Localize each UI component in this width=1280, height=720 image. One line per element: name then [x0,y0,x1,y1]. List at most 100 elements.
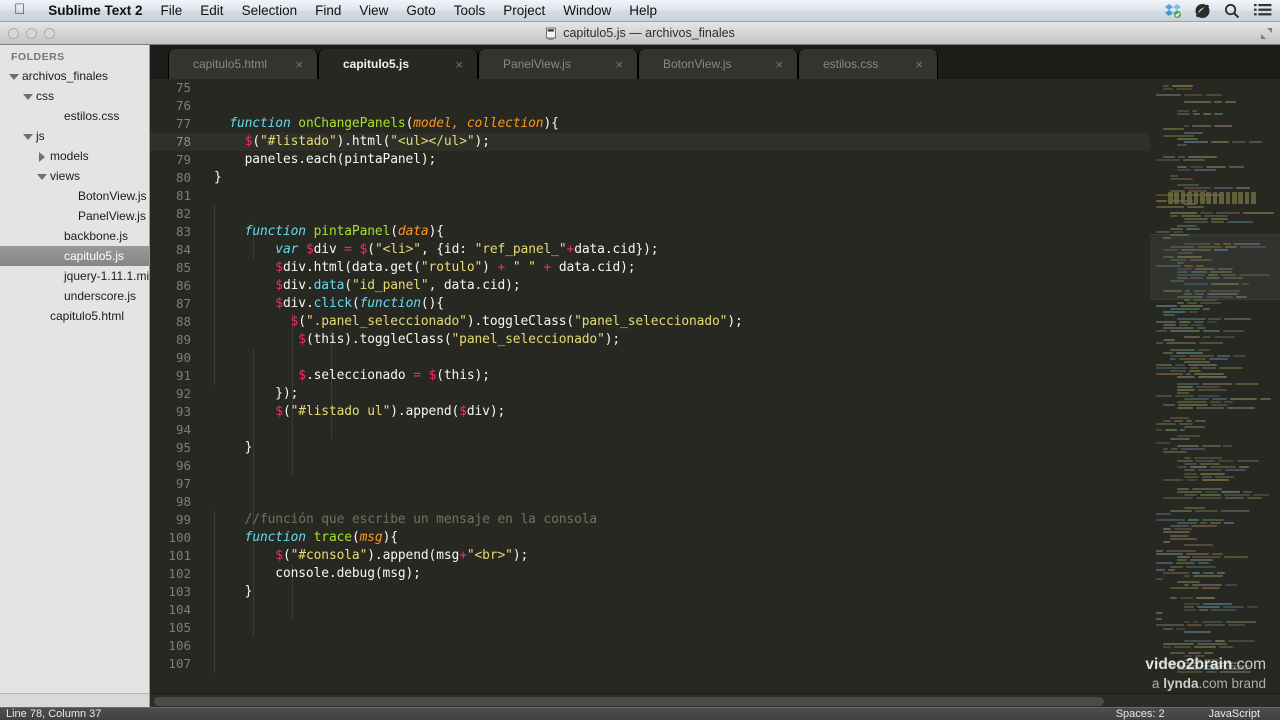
horizontal-scrollbar-thumb[interactable] [154,697,1104,706]
tree-item-archivos-finales[interactable]: archivos_finales [0,66,149,86]
menu-item-view[interactable]: View [350,0,397,22]
code-line[interactable]: $("#consola").append(msg+"<br>"); [200,547,1150,565]
tab-botonview-js[interactable]: BotonView.js × [638,49,798,79]
syntax-mode-status[interactable]: JavaScript [1209,708,1260,720]
code-line[interactable] [200,97,1150,115]
close-window-button[interactable] [8,28,19,39]
tab-close-icon[interactable]: × [757,58,783,71]
code-line[interactable] [200,475,1150,493]
tree-item-models[interactable]: models [0,146,149,166]
code-line[interactable]: $div.data("id_panel", data.cid); [200,277,1150,295]
menu-item-edit[interactable]: Edit [191,0,232,22]
minimap-line [1163,236,1172,239]
code-line[interactable]: } [200,169,1150,187]
minimize-window-button[interactable] [26,28,37,39]
code-line[interactable]: }); [200,385,1150,403]
spotlight-search-icon[interactable] [1224,3,1242,19]
apple-logo-icon[interactable]:  [14,2,25,17]
code-line[interactable] [200,601,1150,619]
menu-item-project[interactable]: Project [494,0,554,22]
tab-capitulo5-html[interactable]: capitulo5.html × [168,49,318,79]
tab-close-icon[interactable]: × [597,58,623,71]
fullscreen-icon[interactable] [1260,27,1273,40]
dropbox-icon[interactable] [1164,3,1182,19]
code-line[interactable]: var $div = $("<li>", {id: "ref_panel_"+d… [200,241,1150,259]
chevron-down-icon[interactable] [8,71,19,82]
code-line[interactable]: function onChangePanels(model, collectio… [200,115,1150,133]
indentation-status[interactable]: Spaces: 2 [1116,708,1165,720]
menu-item-app-name[interactable]: Sublime Text 2 [39,0,151,22]
code-line[interactable]: $("#listado").html("<ul></ul>"); [200,133,1150,151]
code-editor[interactable]: 75 76 77 78 79 80 81 82 83 84 85 86 87 88 89 90 91 92 93 94… [150,79,1150,693]
code-line[interactable] [200,187,1150,205]
tree-item-views[interactable]: views [0,166,149,186]
code-line[interactable] [200,457,1150,475]
editor-tab-bar[interactable]: capitulo5.html × capitulo5.js × PanelView.js… [150,45,1280,79]
tab-estilos-css[interactable]: estilos.css × [798,49,938,79]
tab-capitulo5-js[interactable]: capitulo5.js × [318,49,478,79]
tree-item-backbone-js[interactable]: backbone.js [0,226,149,246]
code-line[interactable]: paneles.each(pintaPanel); [200,151,1150,169]
menu-item-find[interactable]: Find [306,0,350,22]
code-line[interactable]: $(this).toggleClass("panel_seleccionado"… [200,331,1150,349]
folder-tree[interactable]: archivos_finales css estilos.css js models vi… [0,66,149,326]
tree-item-capitulo5-html[interactable]: capitulo5.html [0,306,149,326]
tree-item-panelview-js[interactable]: PanelView.js [0,206,149,226]
tree-item-estilos-css[interactable]: estilos.css [0,106,149,126]
tree-item-jquery-1-11-1-min-js[interactable]: jquery-1.11.1.min.js [0,266,149,286]
minimap-line [1184,639,1213,642]
code-line[interactable]: function pintaPanel(data){ [200,223,1150,241]
code-token-prop: data [313,278,345,293]
code-line[interactable] [200,655,1150,673]
tree-item-underscore-js[interactable]: underscore.js [0,286,149,306]
creative-cloud-icon[interactable] [1194,3,1212,19]
horizontal-scrollbar[interactable] [150,693,1280,707]
menu-item-window[interactable]: Window [554,0,620,22]
chevron-down-icon[interactable] [22,131,33,142]
zoom-window-button[interactable] [44,28,55,39]
menu-item-help[interactable]: Help [620,0,666,22]
code-line[interactable]: $("#listado ul").append($div); [200,403,1150,421]
code-line[interactable] [200,349,1150,367]
tree-item-capitulo5-js[interactable]: capitulo5.js [0,246,149,266]
minimap-line [1177,488,1189,490]
code-line[interactable] [200,79,1150,97]
tab-close-icon[interactable]: × [897,58,923,71]
code-line[interactable] [200,637,1150,655]
code-line[interactable]: } [200,583,1150,601]
menu-item-file[interactable]: File [152,0,192,22]
code-line[interactable]: function trace(msg){ [200,529,1150,547]
code-line[interactable]: } [200,439,1150,457]
minimap-line [1243,491,1253,494]
menu-item-goto[interactable]: Goto [397,0,444,22]
code-line[interactable]: console.debug(msg); [200,565,1150,583]
code-line[interactable] [200,421,1150,439]
code-token-txt: , {id: [420,242,475,257]
code-line[interactable]: $div.click(function(){ [200,295,1150,313]
tree-item-botonview-js[interactable]: BotonView.js [0,186,149,206]
code-line[interactable]: $.seleccionado = $(this); [200,367,1150,385]
chevron-right-icon[interactable] [36,151,47,162]
code-text-area[interactable]: function onChangePanels (model, collectio… [200,79,1150,693]
menu-item-selection[interactable]: Selection [233,0,307,22]
tab-close-icon[interactable]: × [277,58,303,71]
code-line[interactable] [200,619,1150,637]
tree-item-js[interactable]: js [0,126,149,146]
minimap-line [1189,311,1198,314]
tab-close-icon[interactable]: × [437,58,463,71]
notification-center-icon[interactable] [1254,3,1272,19]
cursor-position-status[interactable]: Line 78, Column 37 [0,708,101,720]
code-line[interactable] [200,493,1150,511]
tab-panelview-js[interactable]: PanelView.js × [478,49,638,79]
folders-sidebar[interactable]: FOLDERS archivos_finales css estilos.css js… [0,45,150,693]
code-line[interactable]: $(".panel_seleccionado").toggleClass("pa… [200,313,1150,331]
chevron-down-icon[interactable] [36,171,47,182]
chevron-down-icon[interactable] [22,91,33,102]
code-line[interactable] [200,205,1150,223]
code-line[interactable]: //función que escribe un mensaje en la c… [200,511,1150,529]
menu-item-tools[interactable]: Tools [445,0,495,22]
code-line[interactable]: $div.html(data.get("rotulo") + " " + dat… [200,259,1150,277]
code-token-dollar: $ [459,404,467,419]
tree-item-css[interactable]: css [0,86,149,106]
code-minimap[interactable] [1150,79,1280,693]
